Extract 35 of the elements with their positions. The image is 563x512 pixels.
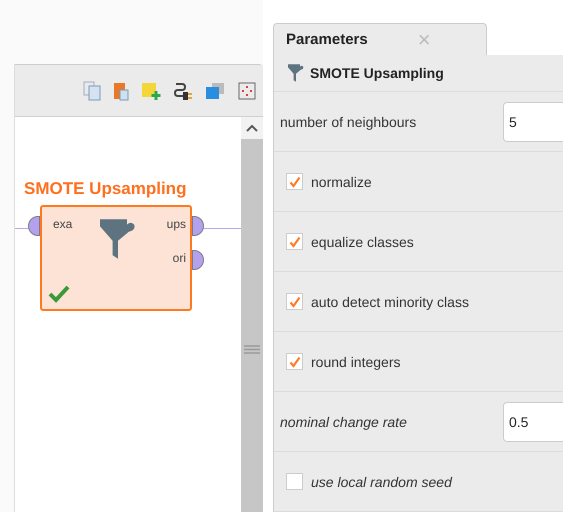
port-label: ups [166,217,186,231]
input-port[interactable] [28,216,40,236]
parameter-label: number of neighbours [280,114,416,130]
port-label: exa [53,217,72,231]
checkbox[interactable] [286,473,303,490]
checkbox-label: normalize [311,174,372,190]
checkbox[interactable] [286,353,303,370]
paste-icon[interactable] [113,80,129,100]
layers-icon[interactable] [205,82,225,100]
copy-icon[interactable] [83,80,101,100]
operator-name: SMOTE Upsampling [310,65,444,81]
output-port[interactable] [192,216,204,236]
checkbox[interactable] [286,293,303,310]
checkbox[interactable] [286,173,303,190]
funnel-icon [100,219,136,259]
parameter-label: nominal change rate [280,414,407,430]
scroll-grip-icon [244,345,260,354]
scroll-up-icon[interactable] [246,124,258,132]
fit-view-icon[interactable] [237,80,257,100]
parameters-tab[interactable]: Parameters × [273,23,487,55]
add-note-icon[interactable] [141,80,161,100]
port-label: ori [172,251,186,265]
checkbox-label: equalize classes [311,234,414,250]
funnel-icon [288,64,304,82]
operator-node[interactable]: exa ups ori [40,205,192,311]
checkbox-label: round integers [311,354,401,370]
scrollbar[interactable] [241,117,263,512]
checkbox-label: use local random seed [311,474,452,490]
checkbox-label: auto detect minority class [311,294,469,310]
parameter-field[interactable]: 5 [503,102,563,142]
plug-icon[interactable] [173,80,193,100]
parameter-field[interactable]: 0.5 [503,402,563,442]
checkbox[interactable] [286,233,303,250]
operator-title: SMOTE Upsampling [24,179,186,199]
output-port[interactable] [192,250,204,270]
